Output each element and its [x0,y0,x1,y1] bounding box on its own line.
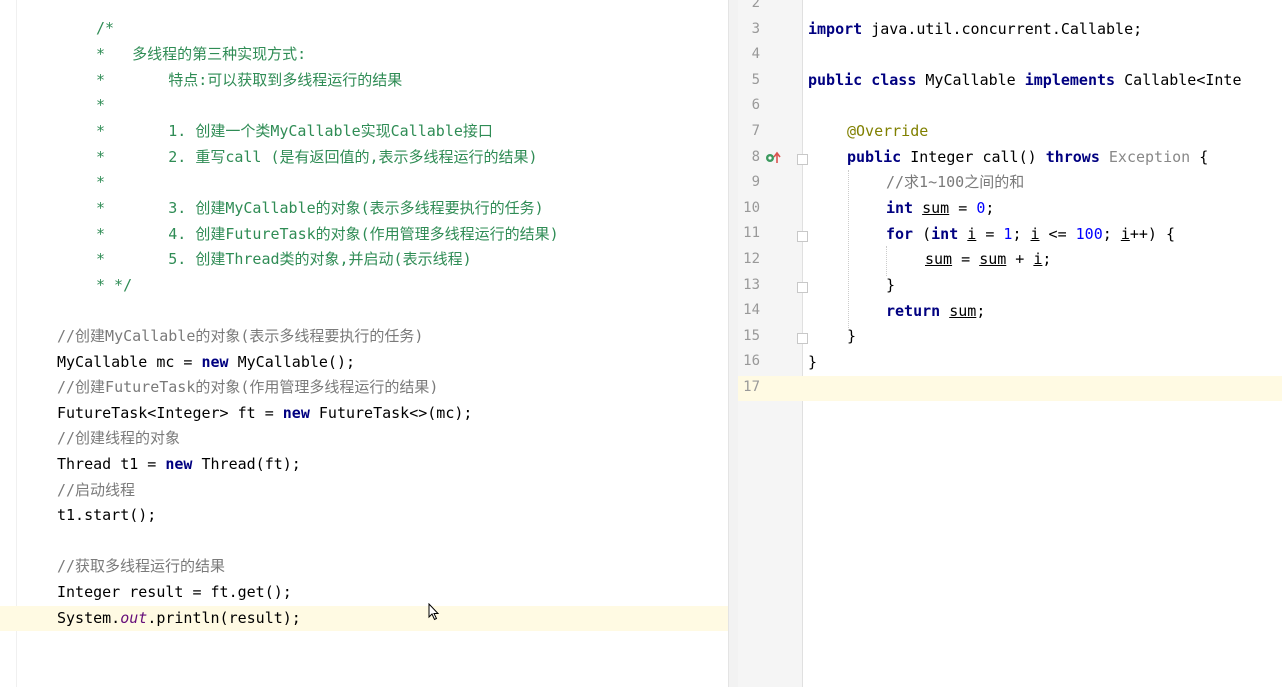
line-number: 4 [751,46,760,63]
code-line: import java.util.concurrent.Callable; [808,20,1143,38]
code-line: } [886,276,896,294]
code-line: public Integer call() throws Exception { [847,148,1209,166]
comment-line: //创建FutureTask的对象(作用管理多线程运行的结果) [57,378,439,396]
doc-comment-line: /* [96,19,115,37]
line-number: 9 [751,174,760,191]
comment-line: //启动线程 [57,481,136,499]
override-method-icon[interactable] [765,151,781,165]
line-number: 16 [743,353,760,370]
code-line: t1.start(); [57,506,157,524]
current-line-highlight [738,376,1282,401]
doc-comment-line: * 1. 创建一个类MyCallable实现Callable接口 [96,122,493,140]
code-line: } [808,353,818,371]
code-line: public class MyCallable implements Calla… [808,71,1242,89]
doc-comment-line: * 3. 创建MyCallable的对象(表示多线程要执行的任务) [96,199,544,217]
line-number: 8 [751,148,760,165]
line-number: 6 [751,97,760,114]
line-number: 10 [743,199,760,216]
left-gutter [0,0,17,687]
code-line: int sum = 0; [886,199,995,217]
code-line: Thread t1 = new Thread(ft); [57,455,301,473]
indent-guide [848,170,849,328]
code-line: for (int i = 1; i <= 100; i++) { [886,225,1175,243]
line-number: 2 [751,0,760,11]
doc-comment-line: * [96,173,106,191]
doc-comment-line: * 2. 重写call (是有返回值的,表示多线程运行的结果) [96,148,538,166]
doc-comment-line: * 特点:可以获取到多线程运行的结果 [96,71,403,89]
fold-toggle-icon[interactable] [797,231,808,242]
code-line: sum = sum + i; [925,250,1052,268]
code-line: } [847,327,857,345]
right-editor-pane[interactable]: 2 3 4 5 6 7 8 9 10 11 12 13 14 15 16 17 import java.uti… [738,0,1282,687]
line-number: 7 [751,123,760,139]
code-line: Integer result = ft.get(); [57,583,292,601]
line-number: 17 [743,379,760,395]
comment-line: //创建线程的对象 [57,429,181,447]
doc-comment-line: * 5. 创建Thread类的对象,并启动(表示线程) [96,250,472,268]
doc-comment-line: * 4. 创建FutureTask的对象(作用管理多线程运行的结果) [96,225,559,243]
line-number: 13 [743,276,760,293]
code-line: System.out.println(result); [57,609,301,627]
line-number: 14 [743,302,760,319]
doc-comment-line: * */ [96,276,133,294]
left-editor-pane[interactable]: /* * 多线程的第三种实现方式: * 特点:可以获取到多线程运行的结果 * * 1. … [0,0,728,687]
code-line: return sum; [886,302,986,320]
line-number: 5 [751,71,760,88]
line-number: 15 [743,327,760,344]
line-number: 12 [743,251,760,267]
fold-toggle-icon[interactable] [797,154,808,165]
mouse-cursor-icon [428,603,440,621]
code-line: @Override [847,122,929,140]
line-number: 11 [743,225,760,242]
comment-line: //求1~100之间的和 [886,173,1025,191]
fold-toggle-icon[interactable] [797,282,808,293]
doc-comment-line: * 多线程的第三种实现方式: [96,45,307,63]
comment-line: //创建MyCallable的对象(表示多线程要执行的任务) [57,327,424,345]
code-line: MyCallable mc = new MyCallable(); [57,353,356,371]
indent-guide [886,246,887,276]
line-number: 3 [751,20,760,37]
fold-toggle-icon[interactable] [797,333,808,344]
code-line: FutureTask<Integer> ft = new FutureTask<… [57,404,473,422]
doc-comment-line: * [96,96,106,114]
comment-line: //获取多线程运行的结果 [57,557,226,575]
